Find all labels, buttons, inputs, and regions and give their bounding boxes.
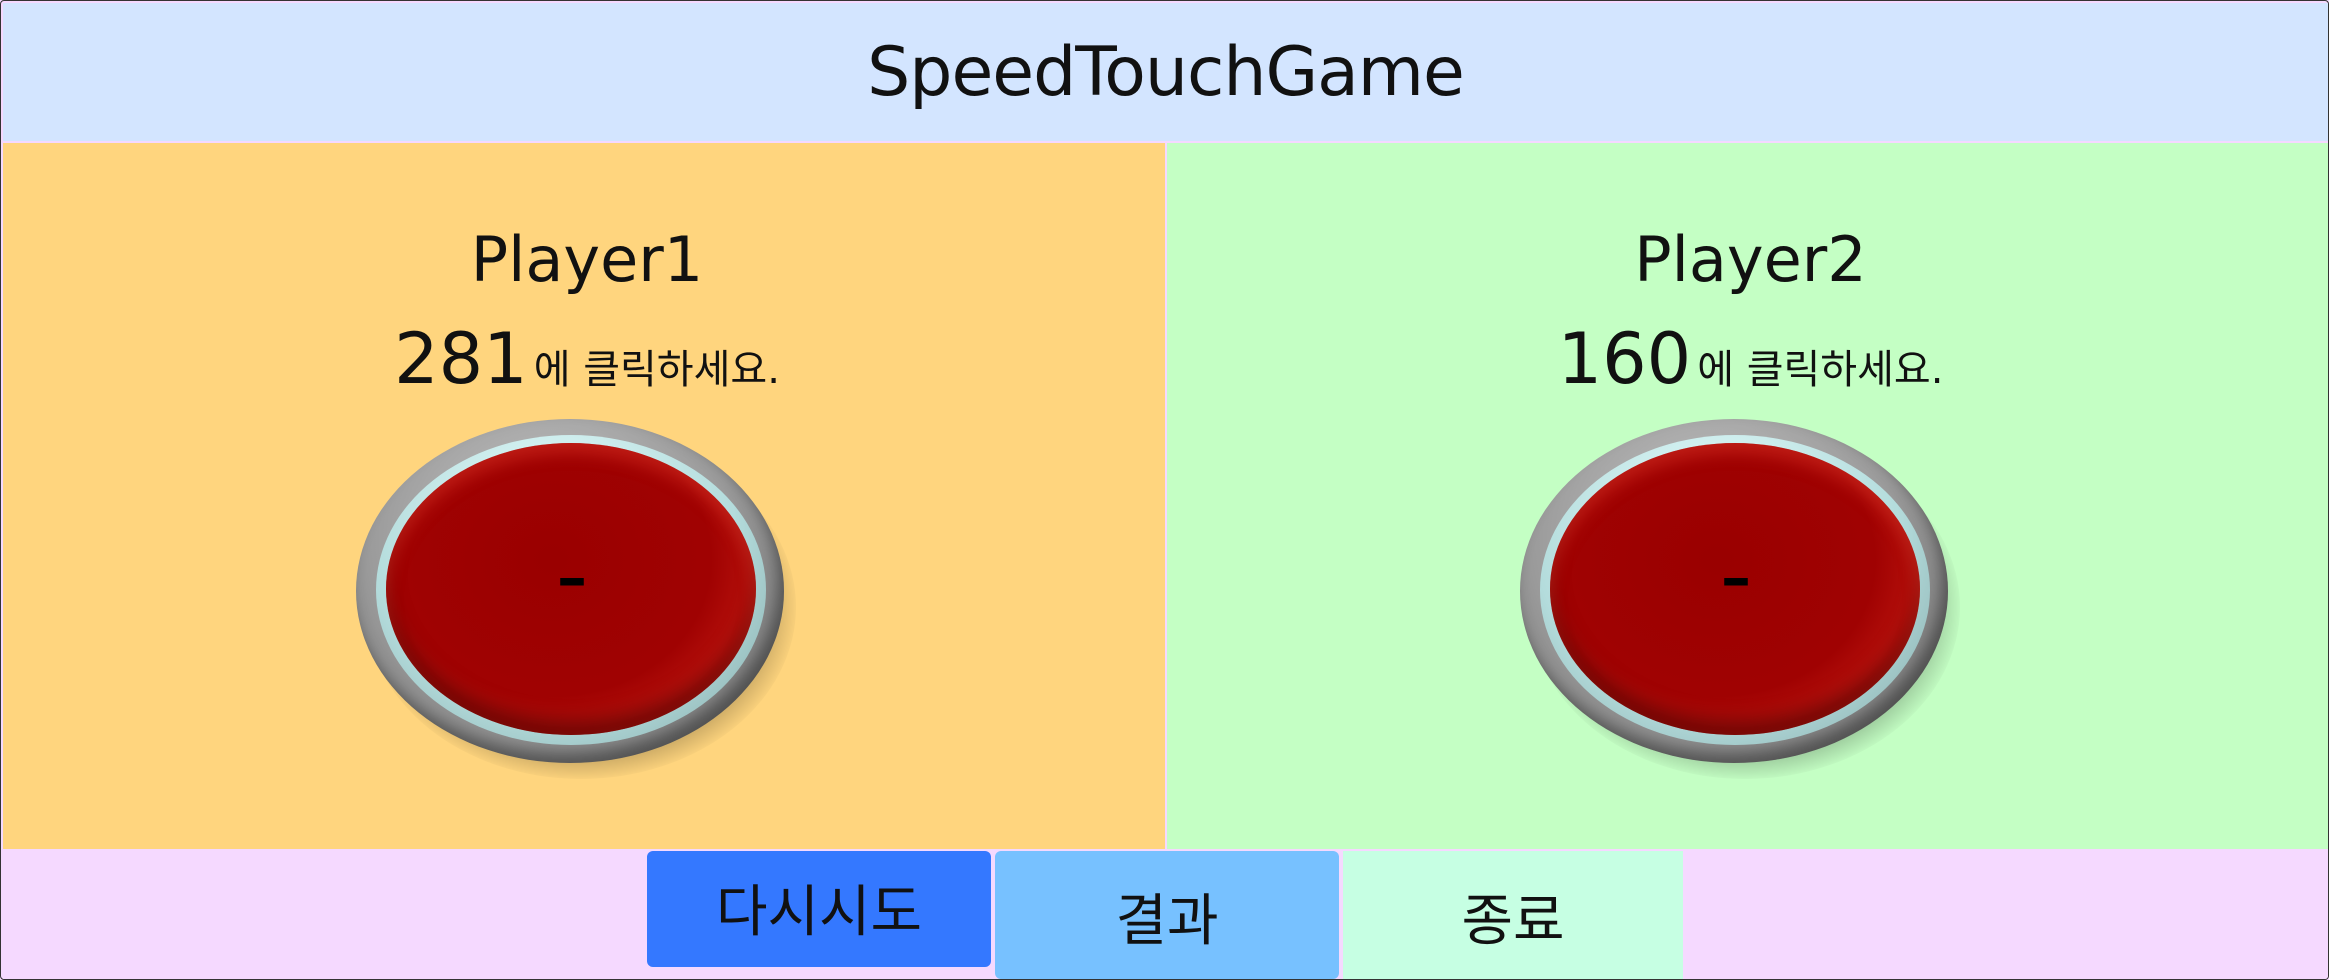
player1-button-label: – — [557, 543, 587, 613]
exit-button[interactable]: 종료 — [1343, 851, 1683, 979]
game-title: SpeedTouchGame — [867, 32, 1465, 112]
player1-name: Player1 — [470, 223, 704, 296]
result-button[interactable]: 결과 — [995, 851, 1339, 979]
title-bar: SpeedTouchGame — [3, 3, 2328, 141]
game-window: SpeedTouchGame Player1 281 에 클릭하세요. – Pla… — [0, 0, 2329, 980]
player2-button-label: – — [1721, 543, 1751, 613]
retry-button-label: 다시시도 — [715, 879, 923, 945]
player2-instruction: 에 클릭하세요. — [1697, 347, 1944, 393]
player2-target-line: 160 에 클릭하세요. — [1173, 318, 2328, 400]
retry-button[interactable]: 다시시도 — [647, 851, 991, 967]
player2-name: Player2 — [1634, 223, 1867, 296]
player1-target-line: 281 에 클릭하세요. — [9, 318, 1165, 400]
player1-click-button[interactable]: – — [352, 413, 796, 779]
result-button-label: 결과 — [1115, 888, 1219, 954]
player1-panel: Player1 281 에 클릭하세요. – — [3, 143, 1165, 849]
exit-button-label: 종료 — [1461, 888, 1565, 954]
player2-panel: Player2 160 에 클릭하세요. – — [1167, 143, 2328, 849]
player2-target-number: 160 — [1557, 318, 1692, 400]
bottom-bar: 다시시도 결과 종료 — [3, 851, 2328, 979]
player1-target-number: 281 — [394, 318, 528, 400]
player2-click-button[interactable]: – — [1516, 413, 1960, 779]
player1-instruction: 에 클릭하세요. — [533, 347, 780, 393]
